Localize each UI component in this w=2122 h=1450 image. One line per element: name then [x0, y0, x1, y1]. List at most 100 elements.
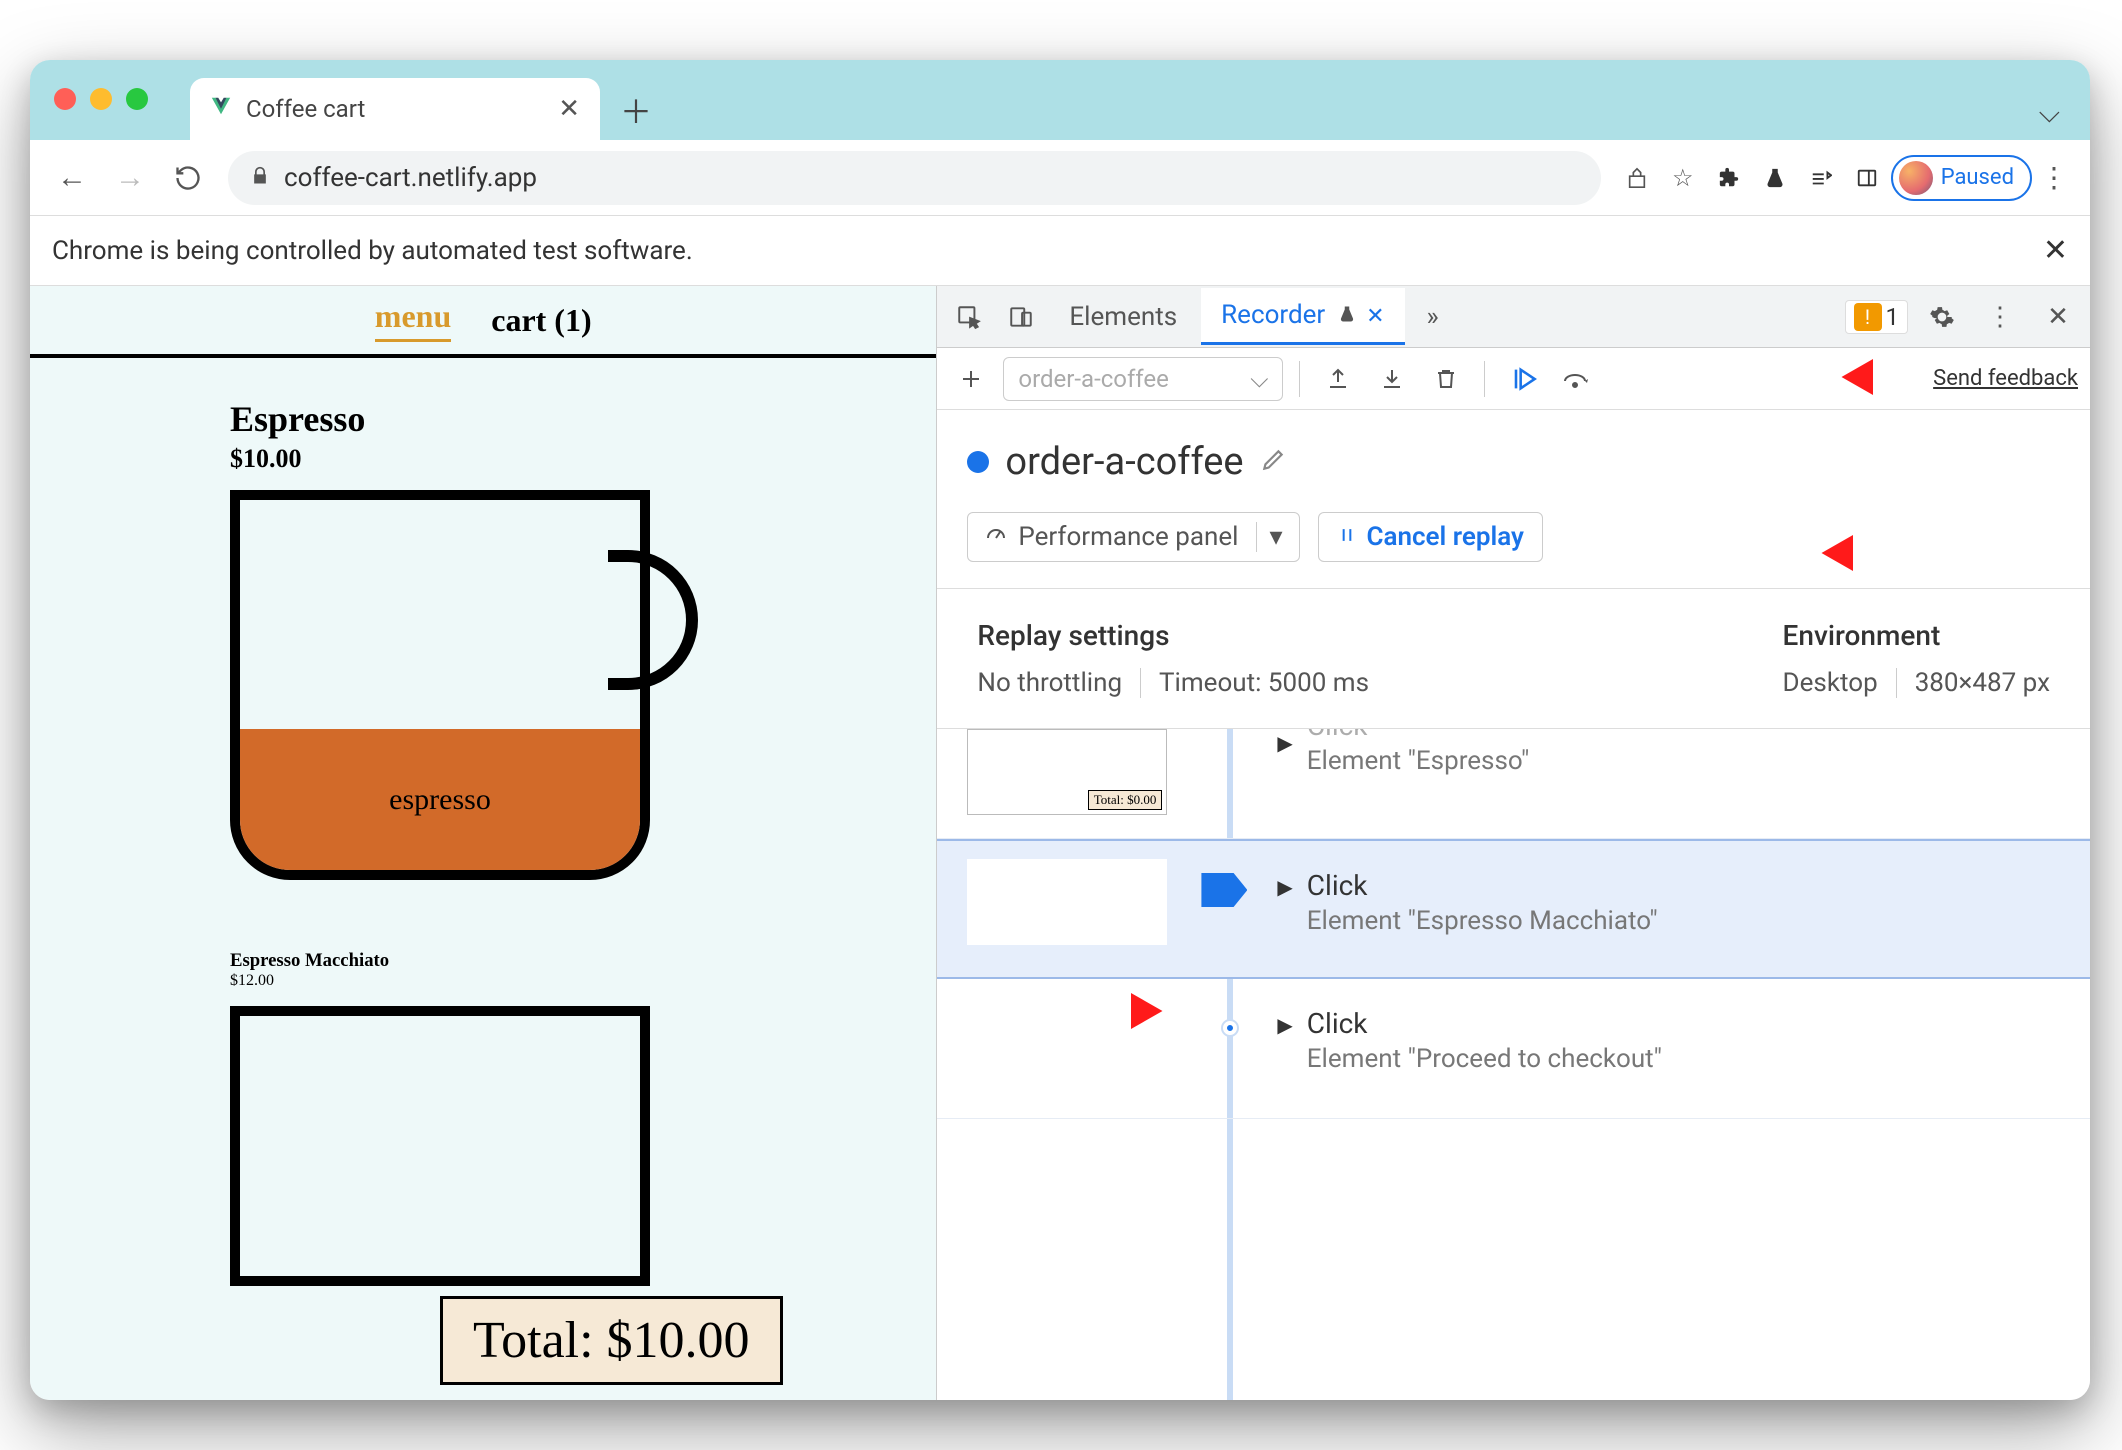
send-feedback-link[interactable]: Send feedback	[1933, 366, 2078, 391]
more-tabs-chevron-icon[interactable]: »	[1409, 293, 1457, 341]
step-element: Element "Proceed to checkout"	[1307, 1044, 1662, 1074]
back-button[interactable]: ←	[46, 152, 98, 204]
side-panel-icon[interactable]	[1845, 156, 1889, 200]
environment-heading: Environment	[1783, 619, 2050, 652]
tab-elements[interactable]: Elements	[1049, 290, 1197, 344]
content-area: menu cart (1) Espresso $10.00 espresso E…	[30, 286, 2090, 1400]
lock-icon	[250, 163, 270, 193]
tab-title: Coffee cart	[246, 95, 365, 123]
device-toolbar-icon[interactable]	[997, 293, 1045, 341]
step-row-active[interactable]: ▶ Click Element "Espresso Macchiato"	[937, 839, 2090, 979]
cup-graphic[interactable]: espresso	[230, 490, 670, 890]
flask-icon	[1338, 300, 1362, 330]
gauge-icon	[984, 522, 1008, 553]
edit-pencil-icon[interactable]	[1260, 447, 1286, 477]
product-macchiato: Espresso Macchiato $12.00	[30, 890, 936, 1186]
export-icon[interactable]	[1316, 357, 1360, 401]
timeout-value: Timeout: 5000 ms	[1140, 668, 1369, 698]
bookmark-star-icon[interactable]: ☆	[1661, 156, 1705, 200]
device-value: Desktop	[1783, 668, 1878, 698]
traffic-lights	[54, 88, 148, 110]
replay-settings-heading: Replay settings	[977, 619, 1369, 652]
settings-gear-icon[interactable]	[1918, 293, 1966, 341]
throttling-value: No throttling	[977, 668, 1122, 698]
recorder-toolbar: order-a-coffee ⌵	[937, 348, 2090, 410]
cancel-replay-button[interactable]: Cancel replay	[1318, 512, 1543, 562]
reload-button[interactable]	[162, 152, 214, 204]
steps-list: Total: $0.00 ▶ Click Element "Espresso"	[937, 729, 2090, 1400]
new-tab-button[interactable]: ＋	[612, 86, 660, 134]
chevron-down-icon: ▾	[1256, 522, 1282, 552]
step-label: Click	[1307, 1007, 1662, 1040]
chevron-down-icon: ⌵	[1250, 365, 1268, 393]
share-icon[interactable]	[1615, 156, 1659, 200]
step-element: Element "Espresso"	[1307, 746, 1530, 776]
infobar-close-icon[interactable]: ✕	[2043, 233, 2068, 268]
step-thumbnail: Total: $0.00	[967, 729, 1167, 815]
inspect-element-icon[interactable]	[945, 293, 993, 341]
product-espresso: Espresso $10.00 espresso	[30, 358, 936, 890]
cup-handle	[608, 550, 698, 690]
page-viewport: menu cart (1) Espresso $10.00 espresso E…	[30, 286, 936, 1400]
expand-chevron-icon[interactable]: ▶	[1277, 1013, 1292, 1074]
pause-icon	[1337, 522, 1357, 552]
mini-total-badge: Total: $0.00	[1088, 790, 1163, 810]
product-name: Espresso Macchiato	[230, 950, 936, 972]
close-tab-icon[interactable]: ✕	[1366, 304, 1384, 329]
warning-icon: !	[1854, 303, 1882, 331]
close-tab-icon[interactable]: ✕	[558, 94, 580, 124]
product-price: $10.00	[230, 444, 936, 474]
extensions-puzzle-icon[interactable]	[1707, 156, 1751, 200]
delete-trash-icon[interactable]	[1424, 357, 1468, 401]
devtools-close-icon[interactable]: ✕	[2034, 293, 2082, 341]
cup-graphic[interactable]	[230, 1006, 670, 1186]
step-over-icon[interactable]	[1555, 357, 1599, 401]
expand-chevron-icon[interactable]: ▶	[1277, 731, 1292, 776]
step-thumbnail	[967, 997, 1167, 1083]
infobar-text: Chrome is being controlled by automated …	[52, 236, 693, 266]
new-recording-button[interactable]	[949, 357, 993, 401]
address-bar: ← → coffee-cart.netlify.app ☆ Paused ⋮	[30, 140, 2090, 216]
total-badge[interactable]: Total: $10.00	[440, 1296, 783, 1385]
labs-flask-icon[interactable]	[1753, 156, 1797, 200]
media-control-icon[interactable]	[1799, 156, 1843, 200]
expand-chevron-icon[interactable]: ▶	[1277, 875, 1292, 936]
nav-cart-link[interactable]: cart (1)	[491, 302, 591, 339]
performance-panel-button[interactable]: Performance panel ▾	[967, 512, 1299, 562]
devtools-tabbar: Elements Recorder ✕ » ! 1	[937, 286, 2090, 348]
step-dot-icon	[1223, 1021, 1237, 1035]
tab-search-chevron-icon[interactable]: ⌵	[2039, 96, 2060, 130]
forward-button[interactable]: →	[104, 152, 156, 204]
cup-body	[230, 1006, 650, 1286]
nav-menu-link[interactable]: menu	[375, 298, 451, 342]
product-price: $12.00	[230, 972, 936, 990]
profile-paused-pill[interactable]: Paused	[1891, 155, 2032, 201]
browser-menu-button[interactable]: ⋮	[2034, 161, 2074, 194]
devtools-panel: Elements Recorder ✕ » ! 1	[936, 286, 2090, 1400]
step-row[interactable]: ▶ Click Element "Proceed to checkout"	[937, 979, 2090, 1119]
devtools-menu-icon[interactable]: ⋮	[1976, 293, 2024, 341]
tab-recorder[interactable]: Recorder ✕	[1201, 288, 1404, 345]
page-nav: menu cart (1)	[30, 286, 936, 358]
step-thumbnail	[967, 859, 1167, 945]
import-icon[interactable]	[1370, 357, 1414, 401]
cup-body: espresso	[230, 490, 650, 880]
environment-settings[interactable]: Environment Desktop 380×487 px	[1783, 619, 2050, 698]
avatar-icon	[1899, 161, 1933, 195]
recording-status-dot-icon	[967, 451, 989, 473]
browser-window: Coffee cart ✕ ＋ ⌵ ← → coffee-cart.netlif…	[30, 60, 2090, 1400]
minimize-window-button[interactable]	[90, 88, 112, 110]
paused-label: Paused	[1941, 165, 2014, 190]
url-field[interactable]: coffee-cart.netlify.app	[228, 151, 1601, 205]
issues-badge[interactable]: ! 1	[1845, 300, 1909, 334]
close-window-button[interactable]	[54, 88, 76, 110]
automation-infobar: Chrome is being controlled by automated …	[30, 216, 2090, 286]
replay-settings[interactable]: Replay settings No throttling Timeout: 5…	[977, 619, 1369, 698]
step-label: Click	[1307, 869, 1658, 902]
product-name: Espresso	[230, 398, 936, 440]
browser-tab[interactable]: Coffee cart ✕	[190, 78, 600, 140]
step-row[interactable]: Total: $0.00 ▶ Click Element "Espresso"	[937, 729, 2090, 839]
recording-dropdown[interactable]: order-a-coffee ⌵	[1003, 357, 1283, 401]
fullscreen-window-button[interactable]	[126, 88, 148, 110]
replay-button[interactable]	[1501, 357, 1545, 401]
